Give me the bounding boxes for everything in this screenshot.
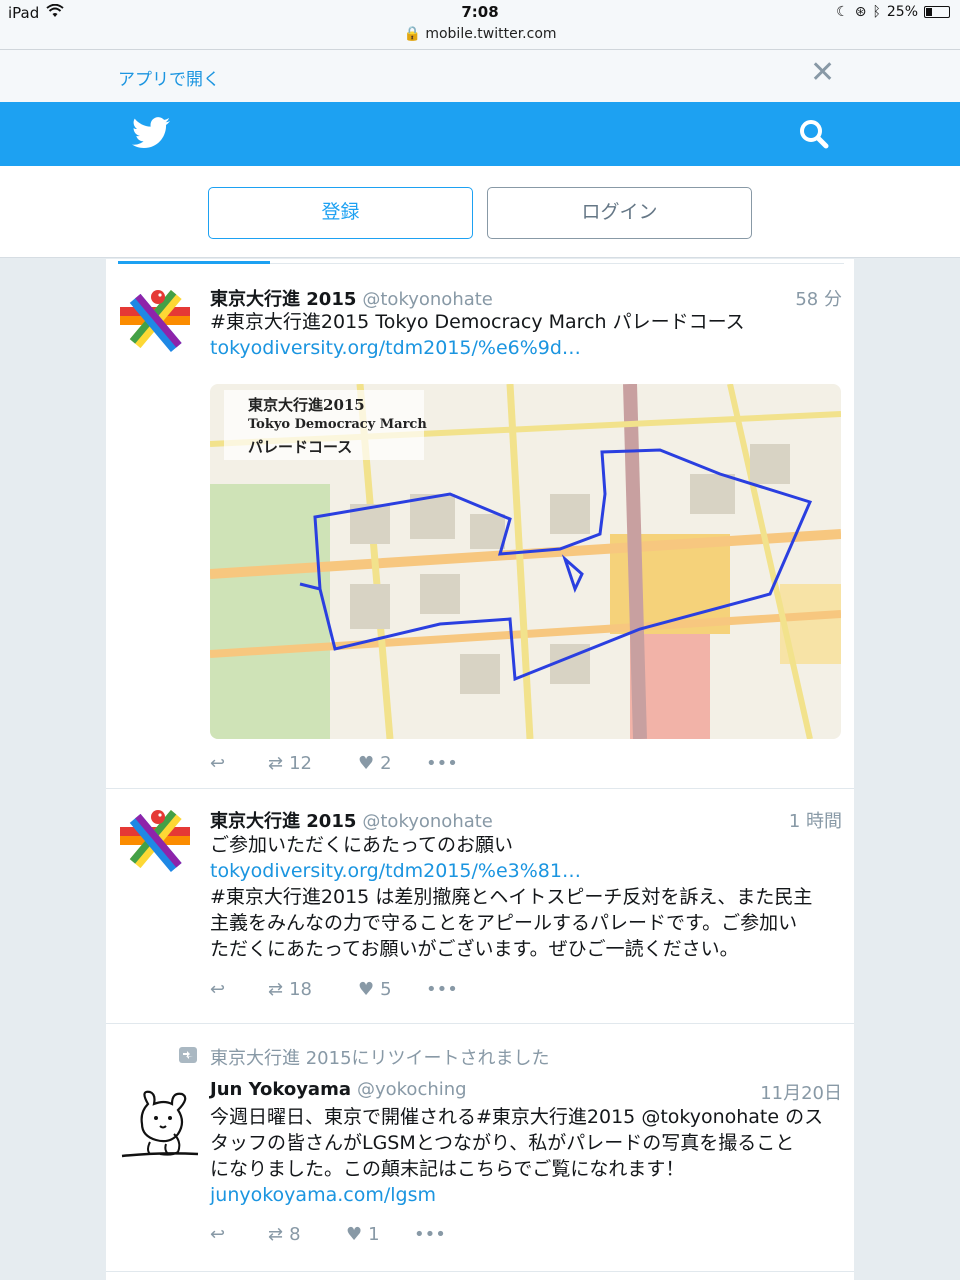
twitter-bird-icon[interactable] — [132, 116, 170, 154]
tweet[interactable]: 東京大行進 2015 @tokyonohate 1 時間 ご参加いただくにあたって… — [106, 789, 854, 1024]
retweet-count: 12 — [289, 753, 312, 774]
tweet[interactable]: 東京大行進 2015にリツイートされました Jun Yokoyama @yokoc… — [106, 1024, 854, 1272]
reply-button[interactable]: ↩ — [210, 1224, 225, 1245]
map-image[interactable]: 東京大行進2015 Tokyo Democracy March パレードコース — [210, 384, 841, 739]
open-in-app-link[interactable]: アプリで開く — [118, 65, 220, 90]
retweet-button[interactable]: ⇄ 12 — [268, 753, 312, 774]
divider — [270, 263, 844, 264]
author-name[interactable]: 東京大行進 2015 — [210, 289, 356, 310]
like-count: 1 — [368, 1224, 380, 1245]
address-bar[interactable]: 🔒 mobile.twitter.com — [0, 26, 960, 42]
map-title: 東京大行進2015 Tokyo Democracy March パレードコース — [248, 396, 427, 457]
close-icon[interactable]: ✕ — [810, 58, 835, 88]
author-handle[interactable]: @tokyonohate — [362, 289, 493, 310]
avatar[interactable] — [120, 803, 196, 879]
reply-icon: ↩ — [210, 1224, 226, 1245]
retweeted-by-label[interactable]: 東京大行進 2015にリツイートされました — [210, 1044, 550, 1070]
like-button[interactable]: ♥ 5 — [358, 979, 392, 1000]
battery-icon — [924, 6, 950, 18]
moon-icon: ☾ — [836, 4, 849, 20]
active-tab-indicator — [118, 261, 270, 264]
retweet-icon — [178, 1046, 198, 1068]
tweet-body-line: 今週日曜日、東京で開催される#東京大行進2015 @tokyonohate のス — [210, 1106, 824, 1128]
retweet-icon: ⇄ — [268, 979, 284, 1000]
avatar[interactable] — [120, 1082, 200, 1162]
retweet-count: 8 — [289, 1224, 301, 1245]
lock-icon: 🔒 — [403, 26, 421, 42]
search-icon[interactable] — [798, 118, 830, 154]
twitter-header — [0, 102, 960, 166]
retweet-button[interactable]: ⇄ 18 — [268, 979, 312, 1000]
signup-button[interactable]: 登録 — [208, 187, 473, 239]
tweet[interactable]: 東京大行進 2015 @tokyonohate 58 分 #東京大行進2015 T… — [106, 269, 854, 789]
open-in-app-banner: アプリで開く ✕ — [0, 50, 960, 102]
author-handle[interactable]: @tokyonohate — [362, 811, 493, 832]
map-title-line-1: 東京大行進2015 — [248, 396, 365, 414]
more-icon: ••• — [426, 979, 458, 1000]
tweet-body-line: タッフの皆さんがLGSMとつながり、私がパレードの写真を撮ること — [210, 1132, 795, 1154]
retweet-button[interactable]: ⇄ 8 — [268, 1224, 301, 1245]
login-button[interactable]: ログイン — [487, 187, 752, 239]
heart-icon: ♥ — [346, 1224, 363, 1245]
tweet-body-line: になりました。この顛末記はこちらでご覧になれます！ — [210, 1158, 685, 1180]
more-button[interactable]: ••• — [426, 979, 458, 1000]
like-button[interactable]: ♥ 2 — [358, 753, 392, 774]
retweet-count: 18 — [289, 979, 312, 1000]
tweet-text: ご参加いただくにあたってのお願い — [210, 834, 514, 856]
battery-percent: 25% — [886, 4, 918, 20]
tweet-timestamp[interactable]: 1 時間 — [789, 807, 842, 833]
reply-button[interactable]: ↩ — [210, 753, 225, 774]
retweet-icon: ⇄ — [268, 753, 284, 774]
tweet-body-line: 主義をみんなの力で守ることをアピールするパレードです。ご参加い — [210, 912, 798, 934]
tweet-body-line: #東京大行進2015 は差別撤廃とヘイトスピーチ反対を訴え、また民主 — [210, 886, 813, 908]
map-title-line-3: パレードコース — [248, 438, 353, 456]
timeline: 東京大行進 2015 @tokyonohate 58 分 #東京大行進2015 T… — [106, 259, 854, 1280]
more-icon: ••• — [426, 753, 458, 774]
more-icon: ••• — [414, 1224, 446, 1245]
retweet-icon: ⇄ — [268, 1224, 284, 1245]
reply-icon: ↩ — [210, 753, 226, 774]
more-button[interactable]: ••• — [426, 753, 458, 774]
map-title-line-2: Tokyo Democracy March — [248, 417, 427, 432]
tweet-timestamp[interactable]: 58 分 — [795, 285, 842, 311]
like-count: 5 — [380, 979, 392, 1000]
rotation-lock-icon: ⊛ — [854, 4, 867, 20]
avatar[interactable] — [120, 283, 196, 359]
heart-icon: ♥ — [358, 979, 375, 1000]
tweet-link[interactable]: junyokoyama.com/lgsm — [210, 1182, 840, 1208]
author-handle[interactable]: @yokoching — [357, 1079, 467, 1100]
author-name[interactable]: Jun Yokoyama — [210, 1079, 351, 1100]
author-name[interactable]: 東京大行進 2015 — [210, 811, 356, 832]
tweet-body-line: ただくにあたってお願いがございます。ぜひご一読ください。 — [210, 938, 739, 960]
more-button[interactable]: ••• — [414, 1224, 446, 1245]
tweet-timestamp[interactable]: 11月20日 — [760, 1079, 842, 1105]
auth-bar: 登録 ログイン — [0, 166, 960, 258]
status-bar: iPad 7:08 🔒 mobile.twitter.com ☾ ⊛ ᛒ 25% — [0, 0, 960, 50]
like-button[interactable]: ♥ 1 — [346, 1224, 380, 1245]
heart-icon: ♥ — [358, 753, 375, 774]
bluetooth-icon: ᛒ — [872, 4, 881, 20]
url-text: mobile.twitter.com — [425, 26, 557, 42]
reply-button[interactable]: ↩ — [210, 979, 225, 1000]
reply-icon: ↩ — [210, 979, 226, 1000]
tweet-link[interactable]: tokyodiversity.org/tdm2015/%e3%81… — [210, 858, 840, 884]
like-count: 2 — [380, 753, 392, 774]
tweet-text: #東京大行進2015 Tokyo Democracy March パレードコース — [210, 311, 745, 333]
tweet-link[interactable]: tokyodiversity.org/tdm2015/%e6%9d… — [210, 335, 840, 361]
clock: 7:08 — [461, 3, 499, 21]
